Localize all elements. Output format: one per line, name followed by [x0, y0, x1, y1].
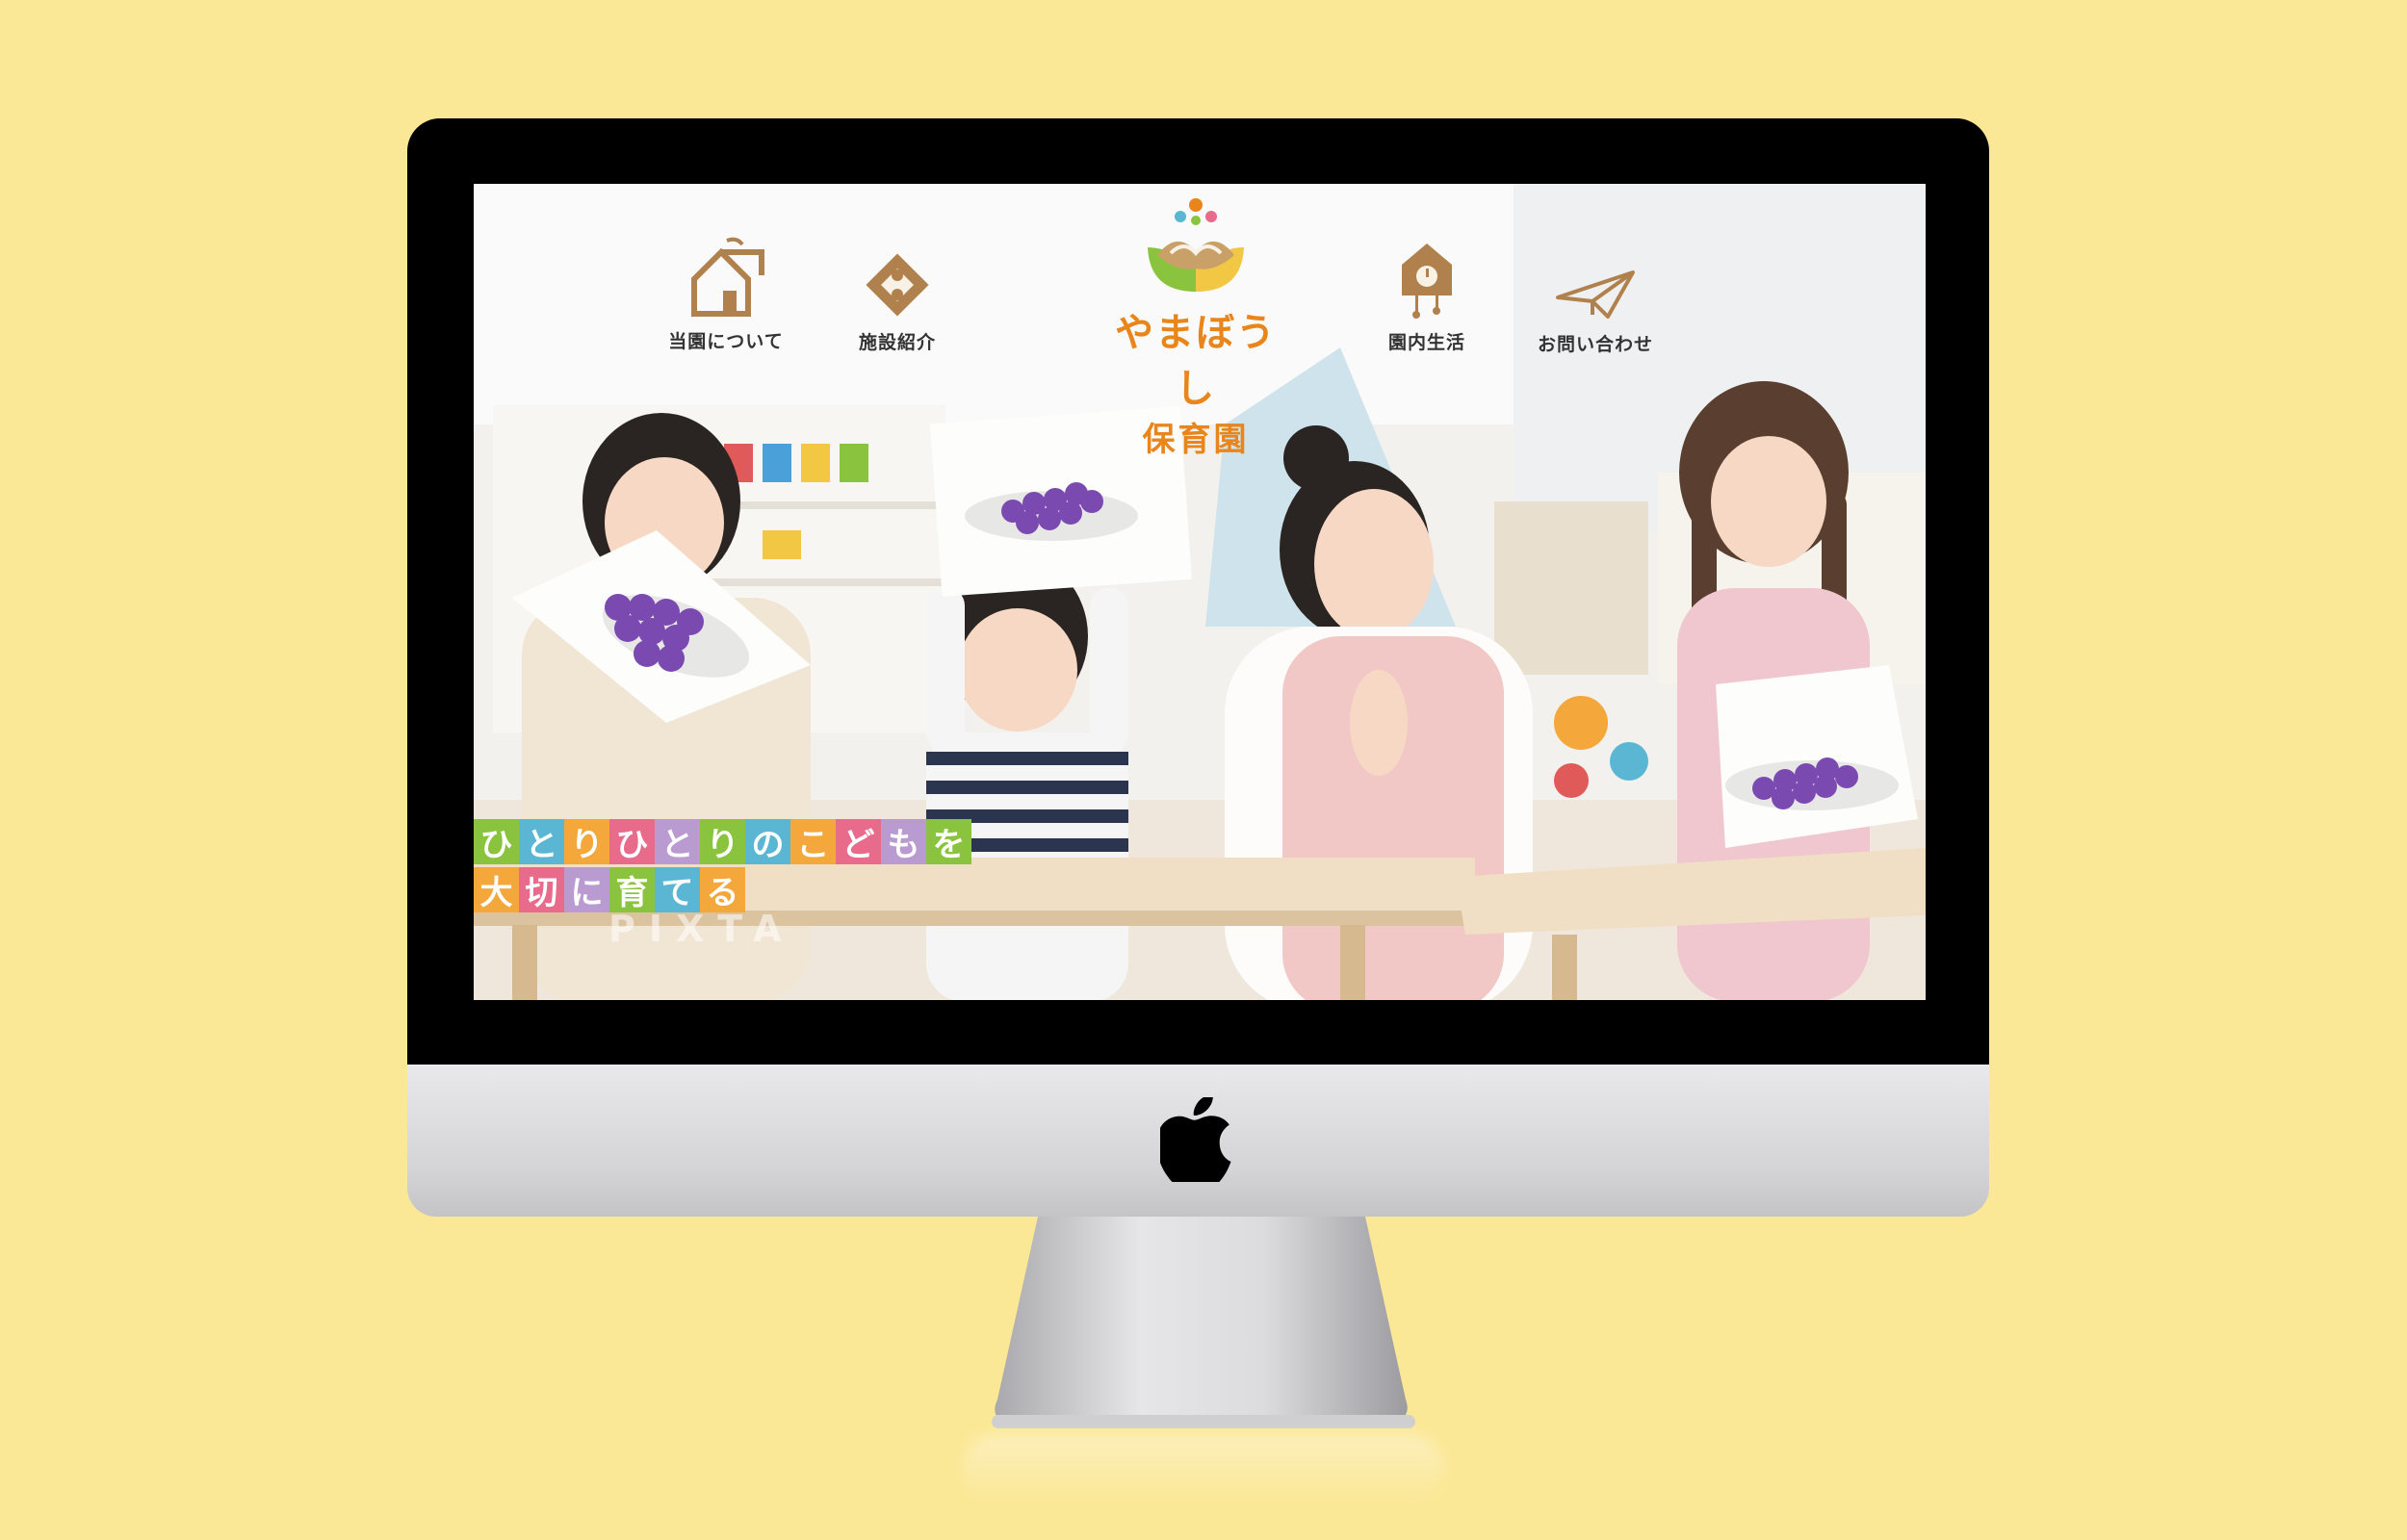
catchphrase-char: ひ: [474, 819, 519, 864]
apple-logo-icon: [1160, 1097, 1231, 1182]
catchphrase-char: こ: [790, 819, 836, 864]
catchphrase-char: も: [881, 819, 926, 864]
catchphrase-char: 育: [609, 867, 655, 912]
catchphrase-line-2: 大切に育てる: [474, 867, 745, 912]
nav-contact[interactable]: お問い合わせ: [1514, 269, 1677, 356]
nav-facilities-label: 施設紹介: [858, 332, 936, 353]
dogwood-logo-icon: [1148, 198, 1244, 292]
nav-facilities[interactable]: 施設紹介: [815, 249, 979, 354]
catchphrase-char: に: [564, 867, 609, 912]
catchphrase-char: を: [926, 819, 971, 864]
catchphrase-char: と: [519, 819, 564, 864]
website-screen: 当園について 施設紹介 園内生活 お問い合わせ やまぼうし 保育園 ひ と り …: [474, 184, 1926, 1000]
paper-plane-icon: [1556, 270, 1635, 319]
catchphrase-char: ひ: [609, 819, 655, 864]
catchphrase-char: り: [564, 819, 609, 864]
catchphrase-line-1: ひとりひとりのこどもを: [474, 819, 971, 864]
nav-daily-life[interactable]: 園内生活: [1345, 240, 1509, 354]
catchphrase-char: ど: [836, 819, 881, 864]
catchphrase-char: 大: [474, 867, 519, 912]
nav-contact-label: お問い合わせ: [1537, 334, 1653, 355]
diamond-icon: [866, 253, 929, 317]
logo-name: やまぼうし: [1115, 311, 1277, 411]
monitor-stand: [992, 1217, 1415, 1428]
catchphrase-char: 切: [519, 867, 564, 912]
catchphrase-char: り: [700, 819, 745, 864]
nav-daily-life-label: 園内生活: [1387, 332, 1465, 353]
catchphrase-char: の: [745, 819, 790, 864]
catchphrase-char: て: [655, 867, 700, 912]
site-logo[interactable]: やまぼうし 保育園: [1100, 195, 1292, 460]
catchphrase-char: と: [655, 819, 700, 864]
nav-about[interactable]: 当園について: [644, 237, 808, 353]
pixta-watermark: PIXTA: [608, 908, 795, 950]
catchphrase-char: る: [700, 867, 745, 912]
nav-about-label: 当園について: [668, 331, 784, 352]
cuckoo-clock-icon: [1402, 244, 1452, 319]
house-icon: [691, 237, 764, 317]
logo-subtitle: 保育園: [1142, 421, 1250, 459]
stand-reflection: [963, 1434, 1444, 1502]
